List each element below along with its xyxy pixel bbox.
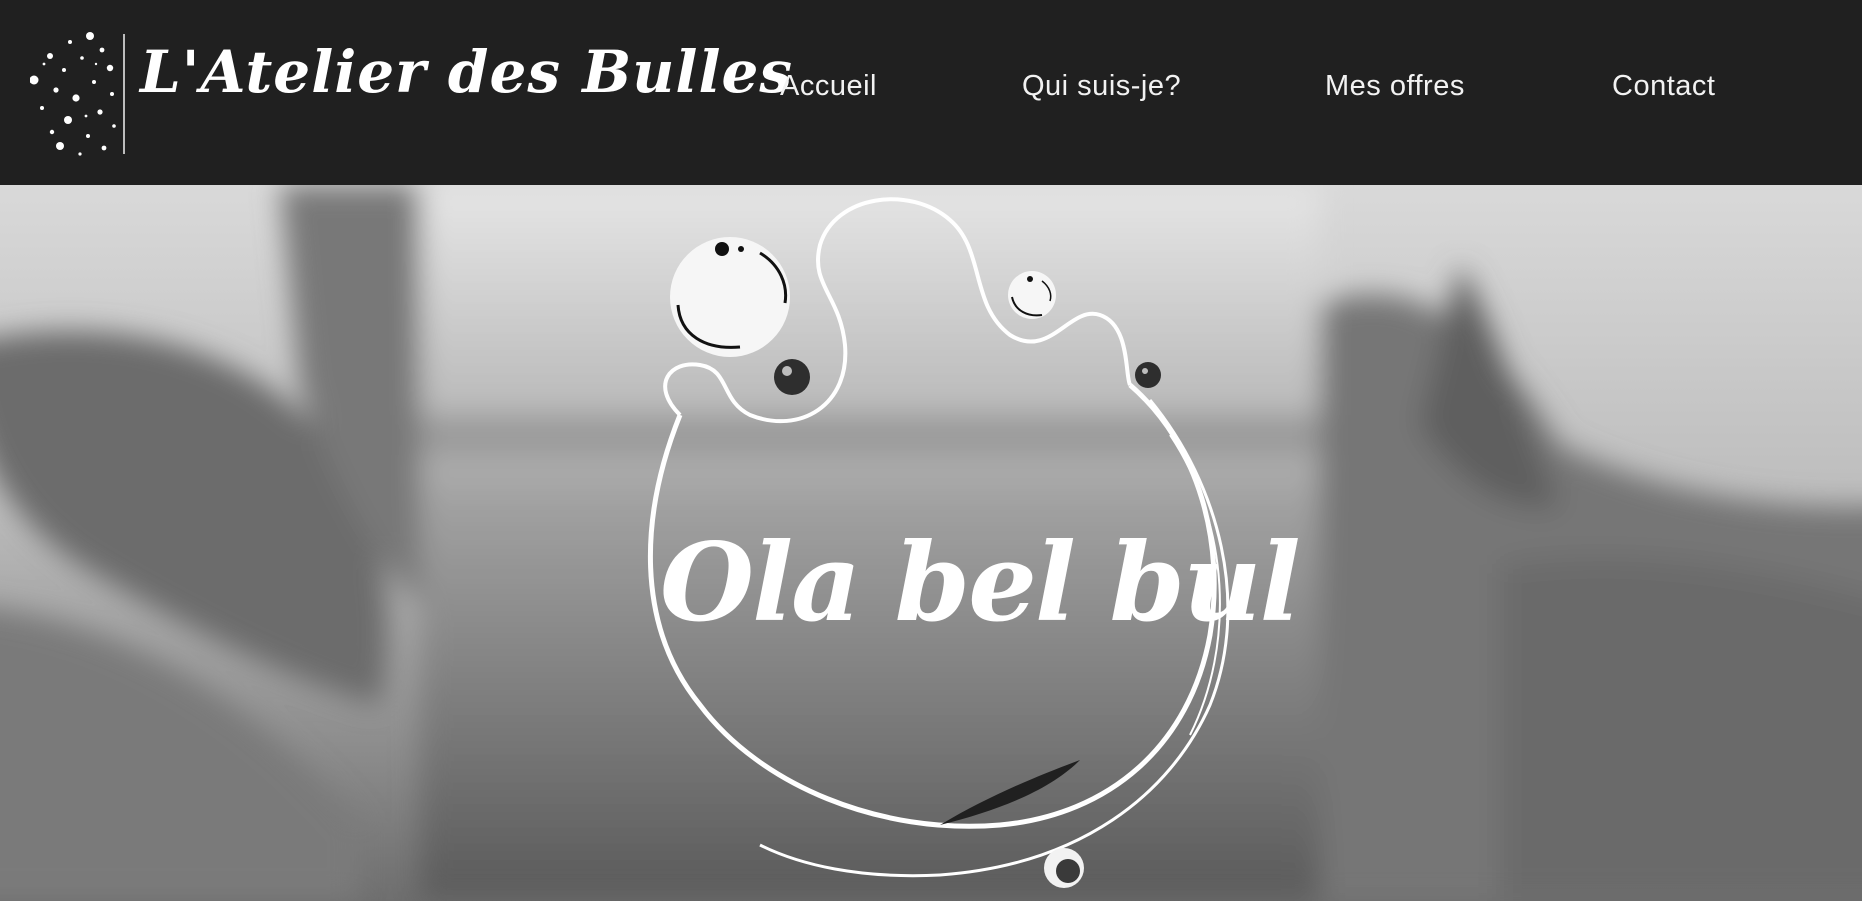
nav-item-contact[interactable]: Contact (1612, 70, 1715, 103)
nav-item-accueil[interactable]: Accueil (780, 70, 877, 103)
hero-banner: Ola bel bul (0, 185, 1862, 901)
nav-item-qui-suis-je[interactable]: Qui suis-je? (1022, 70, 1181, 103)
emblem-title: Ola bel bul (660, 520, 1301, 646)
nav-item-mes-offres[interactable]: Mes offres (1325, 70, 1465, 103)
main-nav: Accueil Qui suis-je? Mes offres Contact (0, 70, 1862, 120)
site-header: L'Atelier des Bulles Accueil Qui suis-je… (0, 0, 1862, 185)
